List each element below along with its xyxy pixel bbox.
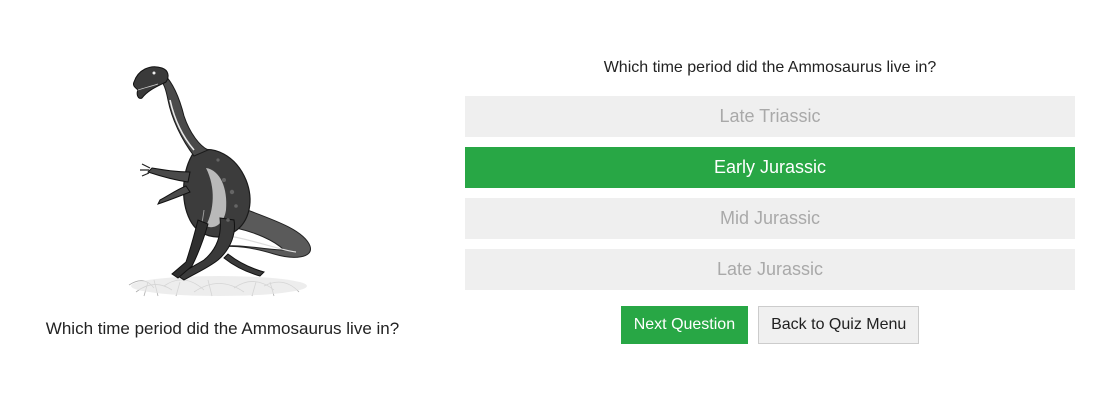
- image-caption: Which time period did the Ammosaurus liv…: [45, 319, 400, 338]
- next-question-button[interactable]: Next Question: [620, 306, 749, 344]
- answer-option-late-triassic[interactable]: Late Triassic: [465, 96, 1075, 137]
- dinosaur-icon: [128, 66, 311, 297]
- quiz-panel: Which time period did the Ammosaurus liv…: [465, 0, 1075, 400]
- answer-list: Late Triassic Early Jurassic Mid Jurassi…: [465, 96, 1075, 300]
- answer-option-mid-jurassic[interactable]: Mid Jurassic: [465, 198, 1075, 239]
- action-buttons: Next Question Back to Quiz Menu: [465, 306, 1075, 344]
- answer-option-late-jurassic[interactable]: Late Jurassic: [465, 249, 1075, 290]
- quiz-page: Which time period did the Ammosaurus liv…: [0, 0, 1100, 400]
- answer-option-early-jurassic[interactable]: Early Jurassic: [465, 147, 1075, 188]
- back-to-quiz-menu-button[interactable]: Back to Quiz Menu: [758, 306, 920, 344]
- question-text: Which time period did the Ammosaurus liv…: [603, 59, 937, 76]
- image-panel: Which time period did the Ammosaurus liv…: [0, 0, 445, 400]
- ammosaurus-illustration: [124, 60, 319, 298]
